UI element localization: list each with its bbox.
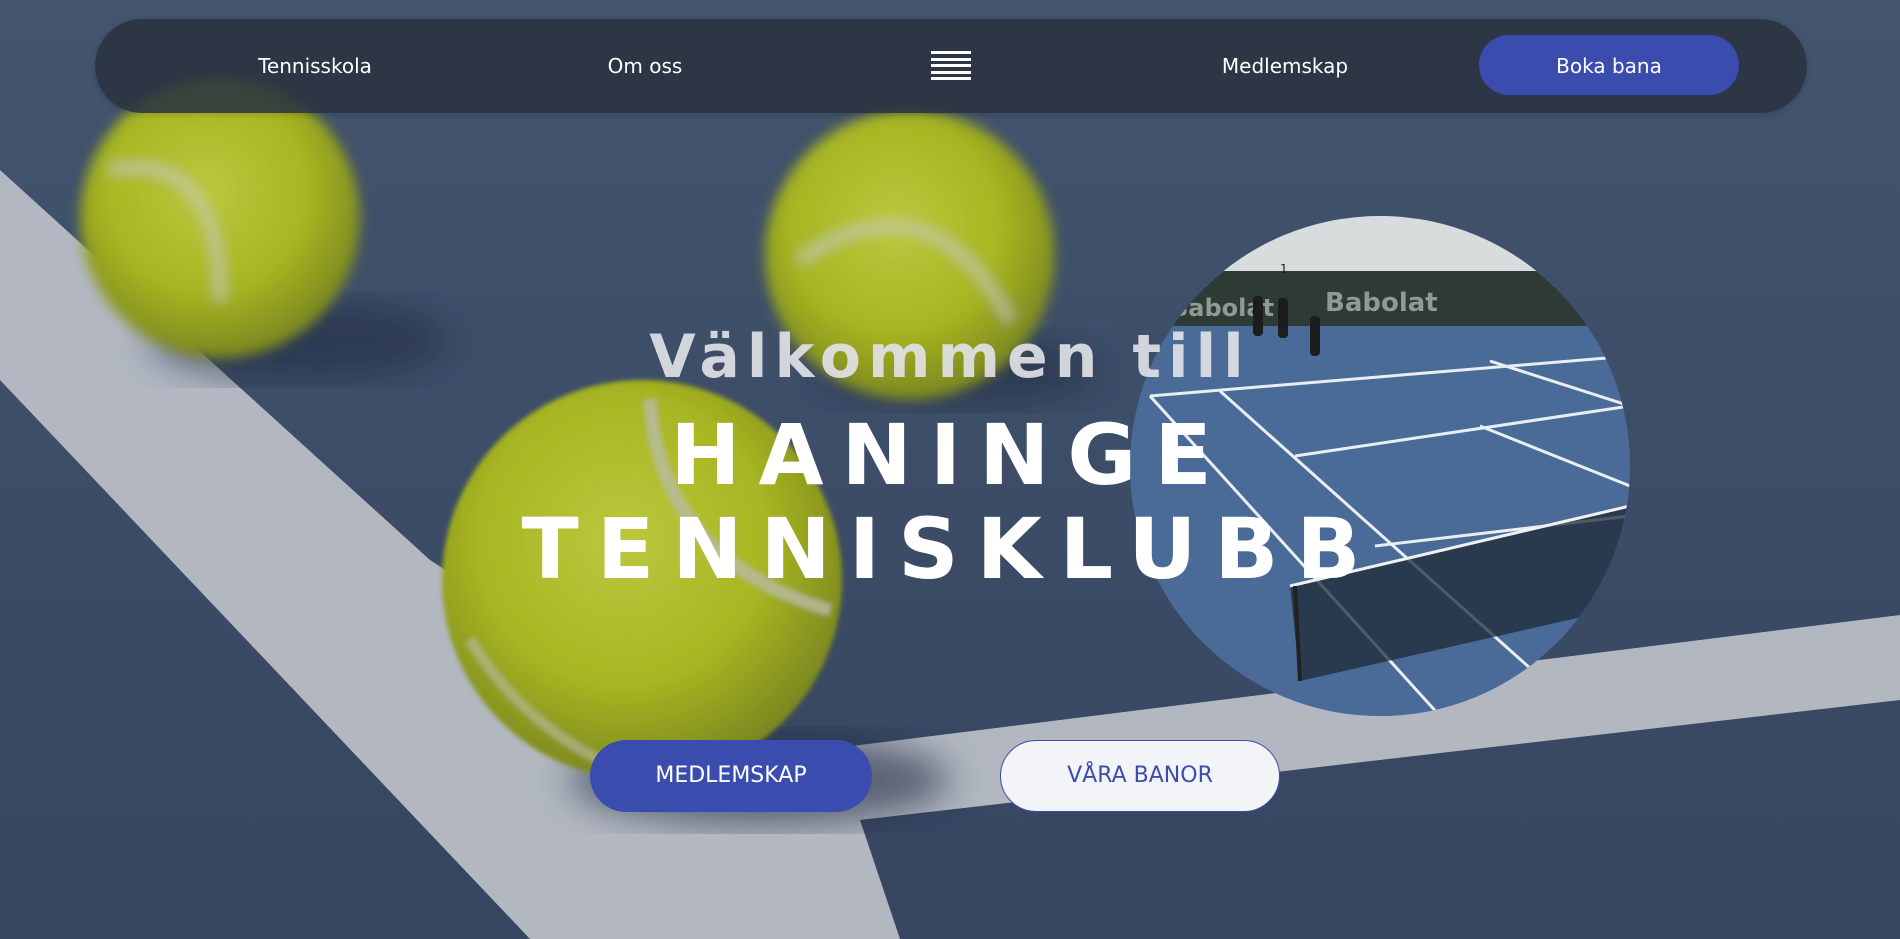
- banner-text: Babolat: [1325, 288, 1438, 318]
- book-court-button[interactable]: Boka bana: [1479, 35, 1739, 95]
- nav-link-medlemskap[interactable]: Medlemskap: [1195, 19, 1375, 113]
- club-title-line-1: HANINGE: [670, 406, 1230, 504]
- our-courts-button[interactable]: VÅRA BANOR: [1000, 740, 1280, 812]
- hero-section: Babolat Babolat 1 Tennisskola Om oss Med…: [0, 0, 1900, 939]
- nav-link-om-oss[interactable]: Om oss: [575, 19, 715, 113]
- club-title: HANINGE TENNISKLUBB: [300, 408, 1600, 596]
- main-nav: Tennisskola Om oss Medlemskap Boka bana: [95, 19, 1807, 113]
- court-number-text: 1: [1280, 262, 1288, 276]
- nav-link-tennisskola[interactable]: Tennisskola: [235, 19, 395, 113]
- hamburger-menu-icon[interactable]: [931, 51, 971, 81]
- welcome-heading: Välkommen till: [649, 322, 1251, 392]
- club-title-line-2: TENNISKLUBB: [521, 500, 1379, 598]
- membership-button[interactable]: MEDLEMSKAP: [590, 740, 872, 812]
